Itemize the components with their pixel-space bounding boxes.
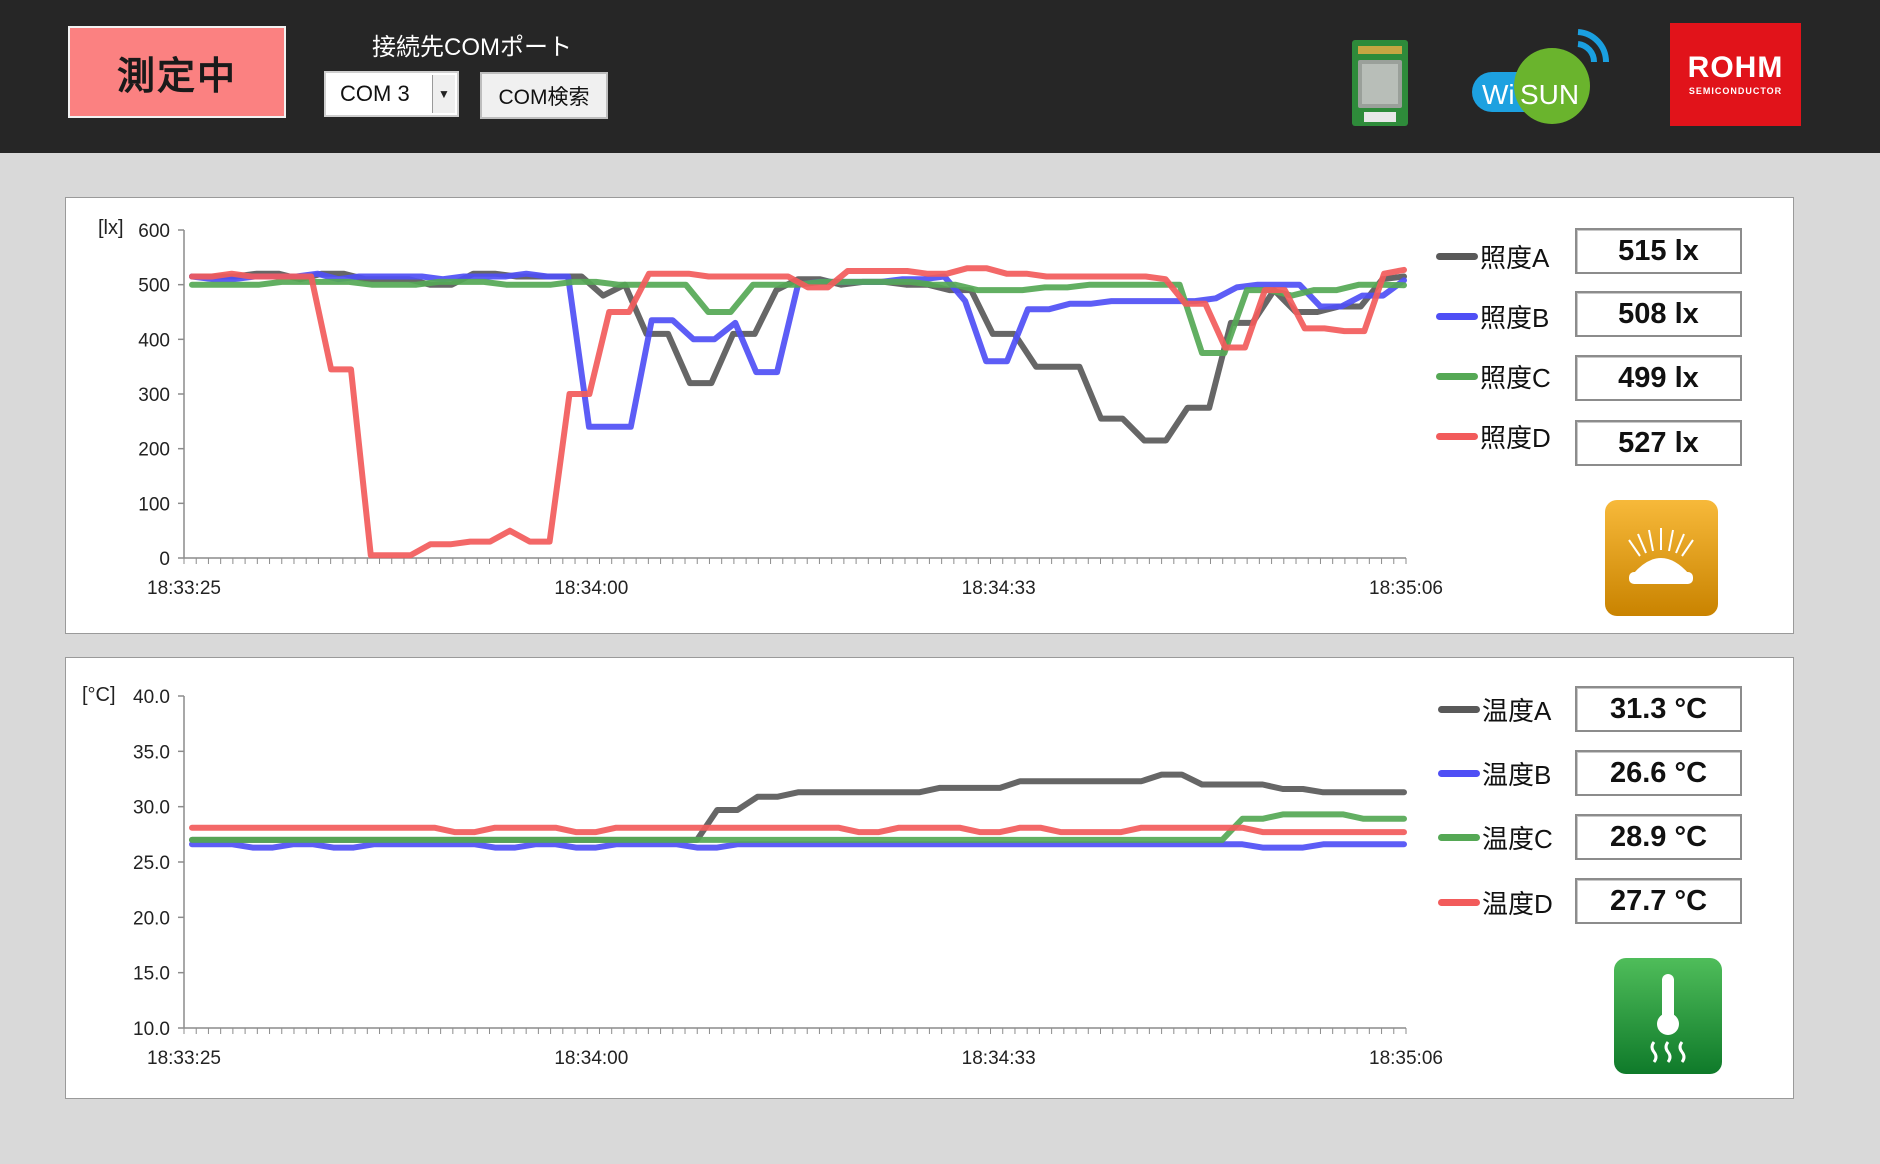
legend-label: 照度D	[1480, 423, 1551, 453]
lux-x-tick-label: 18:34:33	[962, 578, 1036, 599]
legend-temp-d: 温度D	[1438, 884, 1553, 921]
illuminance-panel: 0 100 200 300 400 500 600 [lx] 18:33:25 18:34:00 1…	[65, 197, 1794, 634]
thermometer-icon[interactable]	[1614, 958, 1722, 1074]
legend-lux-c: 照度C	[1436, 358, 1551, 395]
temp-c-value: 28.9 °C	[1575, 814, 1742, 860]
wisun-module-icon	[1352, 40, 1408, 126]
temp-x-tick-label: 18:34:00	[554, 1048, 628, 1069]
illuminance-chart: 0 100 200 300 400 500 600 [lx] 18:33:25 18:34:00 1…	[98, 217, 1443, 599]
top-bar: 測定中 接続先COMポート COM 3 ▼ COM検索 Wi SUN ROHM …	[0, 0, 1880, 153]
temp-x-tick-label: 18:33:25	[147, 1048, 221, 1069]
lux-a-value: 515 lx	[1575, 228, 1742, 274]
temp-y-tick-label: 25.0	[133, 853, 170, 874]
legend-lux-a: 照度A	[1436, 238, 1549, 275]
temp-d-value: 27.7 °C	[1575, 878, 1742, 924]
lux-unit-label: [lx]	[98, 217, 124, 239]
svg-text:SUN: SUN	[1520, 79, 1579, 110]
temp-series-line-d	[189, 824, 1407, 836]
legend-temp-a: 温度A	[1438, 691, 1551, 728]
temp-y-tick-label: 20.0	[133, 908, 170, 929]
light-sensor-icon[interactable]	[1605, 500, 1718, 616]
temp-y-tick-label: 15.0	[133, 964, 170, 985]
legend-line-a	[1436, 253, 1478, 260]
legend-label: 照度A	[1480, 243, 1550, 273]
rohm-logo-subtext: SEMICONDUCTOR	[1688, 86, 1783, 96]
legend-label: 温度C	[1482, 824, 1553, 854]
svg-text:Wi: Wi	[1482, 79, 1515, 110]
lux-x-tick-label: 18:33:25	[147, 578, 221, 599]
com-port-select[interactable]: COM 3 ▼	[324, 71, 459, 117]
rohm-logo: ROHM SEMICONDUCTOR	[1670, 23, 1801, 126]
legend-line-a	[1438, 706, 1480, 713]
temp-y-tick-label: 30.0	[133, 798, 170, 819]
legend-line-b	[1436, 313, 1478, 320]
legend-temp-c: 温度C	[1438, 819, 1553, 856]
temp-x-tick-label: 18:34:33	[962, 1048, 1036, 1069]
lux-c-value: 499 lx	[1575, 355, 1742, 401]
legend-line-c	[1438, 834, 1480, 841]
lux-series-line-a	[189, 270, 1407, 444]
legend-line-d	[1436, 433, 1478, 440]
lux-y-tick-label: 500	[138, 276, 170, 297]
legend-line-b	[1438, 770, 1480, 777]
legend-label: 照度B	[1480, 303, 1550, 333]
temp-y-tick-label: 10.0	[133, 1019, 170, 1040]
lux-series-line-d	[189, 265, 1407, 559]
legend-label: 照度C	[1480, 363, 1551, 393]
legend-line-c	[1436, 373, 1478, 380]
measuring-status-button[interactable]: 測定中	[68, 26, 286, 118]
lux-b-value: 508 lx	[1575, 291, 1742, 337]
temp-series-line-b	[189, 841, 1407, 851]
wisun-logo: Wi SUN	[1472, 29, 1610, 124]
legend-label: 温度D	[1482, 889, 1553, 919]
temperature-chart: 10.0 15.0 20.0 25.0 30.0 35.0 40.0 [°C] 18:33:25…	[82, 684, 1443, 1069]
temp-y-tick-label: 40.0	[133, 687, 170, 708]
temp-y-tick-label: 35.0	[133, 742, 170, 763]
legend-temp-b: 温度B	[1438, 755, 1551, 792]
com-port-label: 接続先COMポート	[372, 34, 572, 61]
temp-unit-label: [°C]	[82, 684, 116, 706]
lux-d-value: 527 lx	[1575, 420, 1742, 466]
temp-b-value: 26.6 °C	[1575, 750, 1742, 796]
lux-y-tick-label: 200	[138, 440, 170, 461]
legend-lux-b: 照度B	[1436, 298, 1549, 335]
lux-y-tick-label: 300	[138, 385, 170, 406]
com-search-button[interactable]: COM検索	[480, 72, 608, 119]
temperature-panel: 10.0 15.0 20.0 25.0 30.0 35.0 40.0 [°C] 18:33:25…	[65, 657, 1794, 1099]
temp-x-tick-label: 18:35:06	[1369, 1048, 1443, 1069]
temp-a-value: 31.3 °C	[1575, 686, 1742, 732]
lux-x-tick-label: 18:34:00	[554, 578, 628, 599]
chevron-down-icon[interactable]: ▼	[432, 75, 455, 113]
lux-y-tick-label: 100	[138, 494, 170, 515]
rohm-logo-text: ROHM	[1687, 51, 1784, 84]
lux-y-tick-label: 400	[138, 330, 170, 351]
lux-y-tick-label: 600	[138, 221, 170, 242]
legend-label: 温度B	[1482, 760, 1552, 790]
legend-line-d	[1438, 899, 1480, 906]
legend-label: 温度A	[1482, 696, 1552, 726]
lux-y-tick-label: 0	[159, 549, 170, 570]
legend-lux-d: 照度D	[1436, 418, 1551, 455]
com-port-value: COM 3	[340, 81, 410, 106]
lux-x-tick-label: 18:35:06	[1369, 578, 1443, 599]
